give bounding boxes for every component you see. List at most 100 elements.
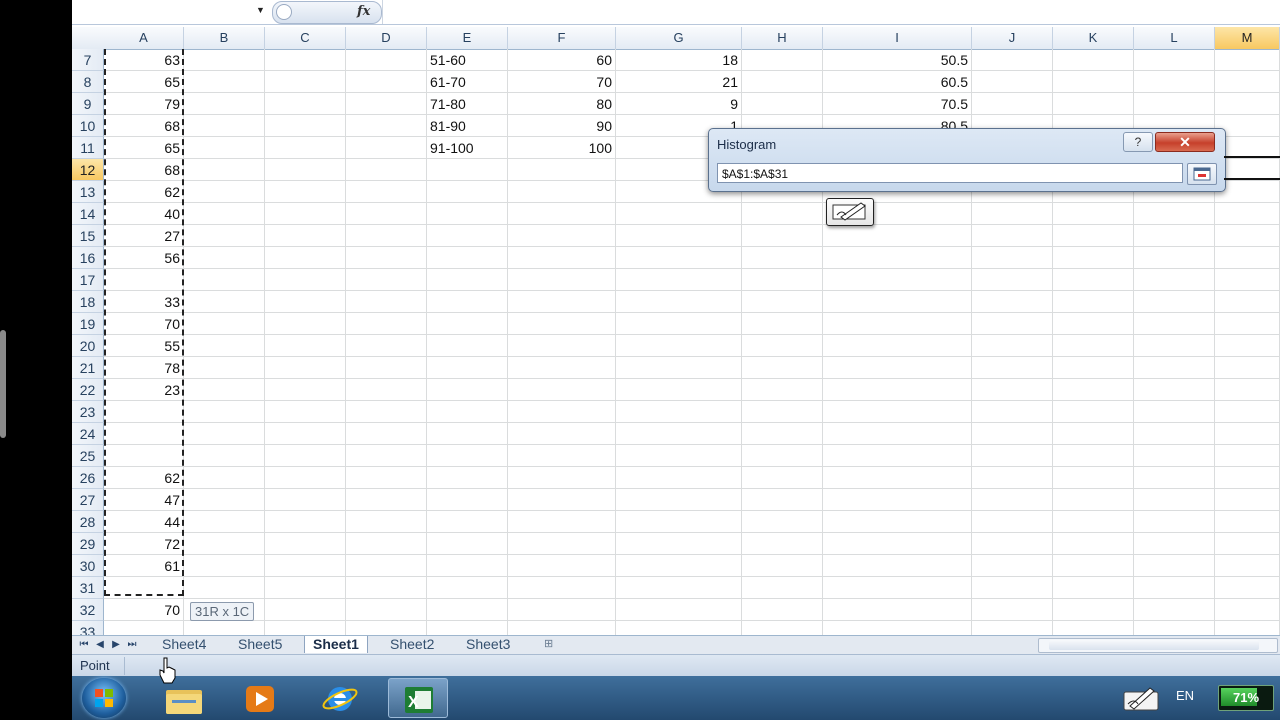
cell-B17[interactable] bbox=[184, 269, 265, 291]
cell-K7[interactable] bbox=[1053, 49, 1134, 71]
cell-C17[interactable] bbox=[265, 269, 346, 291]
column-header[interactable]: G bbox=[616, 27, 742, 49]
cell-B31[interactable] bbox=[184, 577, 265, 599]
cell-F15[interactable] bbox=[508, 225, 616, 247]
cell-M9[interactable] bbox=[1215, 93, 1280, 115]
prev-sheet-icon[interactable]: ◀ bbox=[92, 637, 108, 652]
insert-sheet-icon[interactable]: ⊞ bbox=[544, 637, 562, 651]
cell-H24[interactable] bbox=[742, 423, 823, 445]
cell-G20[interactable] bbox=[616, 335, 742, 357]
cell-D13[interactable] bbox=[346, 181, 427, 203]
cell-C13[interactable] bbox=[265, 181, 346, 203]
sheet-tab-sheet3[interactable]: Sheet3 bbox=[458, 636, 518, 653]
cell-H21[interactable] bbox=[742, 357, 823, 379]
cell-K19[interactable] bbox=[1053, 313, 1134, 335]
cell-B26[interactable] bbox=[184, 467, 265, 489]
cell-B7[interactable] bbox=[184, 49, 265, 71]
column-header[interactable]: H bbox=[742, 27, 823, 49]
row-header[interactable]: 9 bbox=[72, 93, 104, 115]
cell-A21[interactable]: 78 bbox=[104, 357, 184, 379]
cell-I27[interactable] bbox=[823, 489, 972, 511]
cell-E19[interactable] bbox=[427, 313, 508, 335]
cell-C23[interactable] bbox=[265, 401, 346, 423]
range-input[interactable]: $A$1:$A$31 bbox=[717, 163, 1183, 183]
row-header[interactable]: 31 bbox=[72, 577, 104, 599]
cell-L17[interactable] bbox=[1134, 269, 1215, 291]
cell-E11[interactable]: 91-100 bbox=[427, 137, 508, 159]
cell-D8[interactable] bbox=[346, 71, 427, 93]
cell-C19[interactable] bbox=[265, 313, 346, 335]
cell-J15[interactable] bbox=[972, 225, 1053, 247]
cell-D23[interactable] bbox=[346, 401, 427, 423]
cell-D21[interactable] bbox=[346, 357, 427, 379]
cell-L22[interactable] bbox=[1134, 379, 1215, 401]
column-header[interactable]: B bbox=[184, 27, 265, 49]
cell-E23[interactable] bbox=[427, 401, 508, 423]
cell-G32[interactable] bbox=[616, 599, 742, 621]
cell-D16[interactable] bbox=[346, 247, 427, 269]
sheet-tab-sheet2[interactable]: Sheet2 bbox=[382, 636, 442, 653]
cell-M27[interactable] bbox=[1215, 489, 1280, 511]
cell-M16[interactable] bbox=[1215, 247, 1280, 269]
cell-M15[interactable] bbox=[1215, 225, 1280, 247]
column-header[interactable]: C bbox=[265, 27, 346, 49]
cell-M19[interactable] bbox=[1215, 313, 1280, 335]
cell-C32[interactable] bbox=[265, 599, 346, 621]
cell-A32[interactable]: 70 bbox=[104, 599, 184, 621]
cell-E22[interactable] bbox=[427, 379, 508, 401]
cell-L32[interactable] bbox=[1134, 599, 1215, 621]
cell-G27[interactable] bbox=[616, 489, 742, 511]
cell-A19[interactable]: 70 bbox=[104, 313, 184, 335]
cell-G28[interactable] bbox=[616, 511, 742, 533]
cell-L8[interactable] bbox=[1134, 71, 1215, 93]
cell-B21[interactable] bbox=[184, 357, 265, 379]
cell-E15[interactable] bbox=[427, 225, 508, 247]
cell-C7[interactable] bbox=[265, 49, 346, 71]
cell-G21[interactable] bbox=[616, 357, 742, 379]
cell-G16[interactable] bbox=[616, 247, 742, 269]
cell-D28[interactable] bbox=[346, 511, 427, 533]
cell-D24[interactable] bbox=[346, 423, 427, 445]
cell-C26[interactable] bbox=[265, 467, 346, 489]
cell-M26[interactable] bbox=[1215, 467, 1280, 489]
cell-F16[interactable] bbox=[508, 247, 616, 269]
cell-M31[interactable] bbox=[1215, 577, 1280, 599]
cell-E24[interactable] bbox=[427, 423, 508, 445]
cell-C18[interactable] bbox=[265, 291, 346, 313]
column-header[interactable]: M bbox=[1215, 27, 1280, 49]
cell-K25[interactable] bbox=[1053, 445, 1134, 467]
cell-K31[interactable] bbox=[1053, 577, 1134, 599]
row-header[interactable]: 18 bbox=[72, 291, 104, 313]
last-sheet-icon[interactable]: ⏭ bbox=[124, 637, 140, 652]
cell-E27[interactable] bbox=[427, 489, 508, 511]
row-header[interactable]: 22 bbox=[72, 379, 104, 401]
cell-D29[interactable] bbox=[346, 533, 427, 555]
row-header[interactable]: 10 bbox=[72, 115, 104, 137]
scrollbar-thumb[interactable] bbox=[1049, 640, 1259, 650]
cell-L19[interactable] bbox=[1134, 313, 1215, 335]
cell-B25[interactable] bbox=[184, 445, 265, 467]
cell-L30[interactable] bbox=[1134, 555, 1215, 577]
column-header[interactable]: K bbox=[1053, 27, 1134, 49]
cell-K17[interactable] bbox=[1053, 269, 1134, 291]
sheet-tab-sheet1[interactable]: Sheet1 bbox=[304, 636, 368, 653]
cell-K8[interactable] bbox=[1053, 71, 1134, 93]
cell-K23[interactable] bbox=[1053, 401, 1134, 423]
cell-D20[interactable] bbox=[346, 335, 427, 357]
cell-K15[interactable] bbox=[1053, 225, 1134, 247]
cell-B27[interactable] bbox=[184, 489, 265, 511]
cell-M22[interactable] bbox=[1215, 379, 1280, 401]
cell-D7[interactable] bbox=[346, 49, 427, 71]
cell-B24[interactable] bbox=[184, 423, 265, 445]
cell-J23[interactable] bbox=[972, 401, 1053, 423]
cell-L23[interactable] bbox=[1134, 401, 1215, 423]
cell-F26[interactable] bbox=[508, 467, 616, 489]
cell-D30[interactable] bbox=[346, 555, 427, 577]
cell-L33[interactable] bbox=[1134, 621, 1215, 635]
cell-H7[interactable] bbox=[742, 49, 823, 71]
cell-K21[interactable] bbox=[1053, 357, 1134, 379]
name-box-dropdown-icon[interactable]: ▼ bbox=[256, 5, 265, 15]
cell-D10[interactable] bbox=[346, 115, 427, 137]
cell-I20[interactable] bbox=[823, 335, 972, 357]
cell-F27[interactable] bbox=[508, 489, 616, 511]
